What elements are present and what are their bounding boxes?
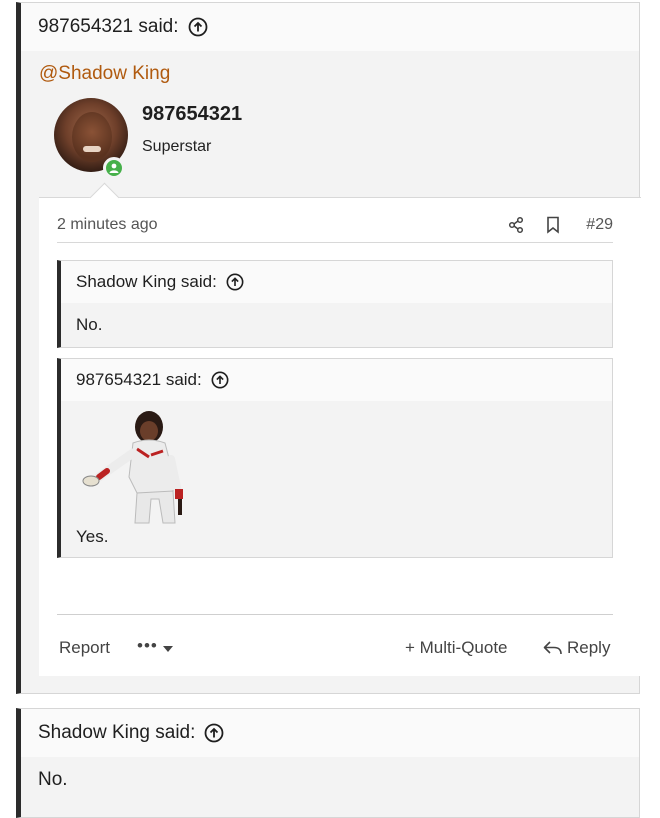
post-number[interactable]: #29	[586, 216, 613, 234]
nested-quote-author[interactable]: 987654321 said:	[76, 370, 202, 390]
lower-quote-body: No.	[38, 769, 68, 790]
divider	[57, 614, 613, 615]
caret-down-icon[interactable]	[163, 646, 173, 652]
reply-label: Reply	[567, 638, 611, 657]
outer-quote-author[interactable]: 987654321 said:	[38, 16, 179, 38]
user-title: Superstar	[142, 138, 212, 155]
baseball-player-image	[82, 411, 183, 524]
arrow-up-circle-icon[interactable]	[226, 273, 244, 291]
post-meta: 2 minutes ago #29	[57, 212, 613, 243]
nested-quote-header: 987654321 said:	[61, 359, 612, 401]
username[interactable]: 987654321	[142, 103, 242, 126]
reply-icon	[543, 641, 562, 655]
post-timestamp[interactable]: 2 minutes ago	[57, 216, 158, 234]
more-options-button[interactable]: •••	[137, 636, 158, 656]
share-icon[interactable]	[507, 216, 525, 234]
outer-quote-header: 987654321 said:	[21, 3, 639, 51]
reply-button[interactable]: Reply	[543, 638, 610, 658]
nested-quote-header: Shadow King said:	[61, 261, 612, 303]
nested-quote: 987654321 said: Yes.	[57, 358, 613, 558]
card-pointer	[89, 182, 120, 213]
nested-quote-body: Yes.	[76, 527, 109, 546]
arrow-up-circle-icon[interactable]	[188, 17, 208, 37]
arrow-up-circle-icon[interactable]	[204, 723, 224, 743]
lower-quote: Shadow King said: No.	[16, 708, 640, 818]
post-card: 2 minutes ago #29 Shadow King said: No.	[39, 182, 641, 676]
report-link[interactable]: Report	[59, 638, 110, 658]
bookmark-icon[interactable]	[545, 216, 561, 234]
lower-quote-header: Shadow King said:	[21, 709, 639, 757]
post-actions: Report ••• + Multi-Quote Reply	[57, 628, 613, 668]
nested-quote-author[interactable]: Shadow King said:	[76, 272, 217, 292]
user-mention[interactable]: @Shadow King	[39, 63, 170, 85]
nested-quote: Shadow King said: No.	[57, 260, 613, 348]
online-status-icon	[103, 157, 125, 179]
avatar-mouth	[83, 146, 101, 152]
arrow-up-circle-icon[interactable]	[211, 371, 229, 389]
outer-quote: 987654321 said: @Shadow King 987654321 S…	[16, 2, 641, 694]
multi-quote-button[interactable]: + Multi-Quote	[405, 638, 508, 658]
lower-quote-author[interactable]: Shadow King said:	[38, 722, 195, 744]
nested-quote-body: No.	[76, 315, 103, 334]
avatar-face	[72, 112, 112, 162]
